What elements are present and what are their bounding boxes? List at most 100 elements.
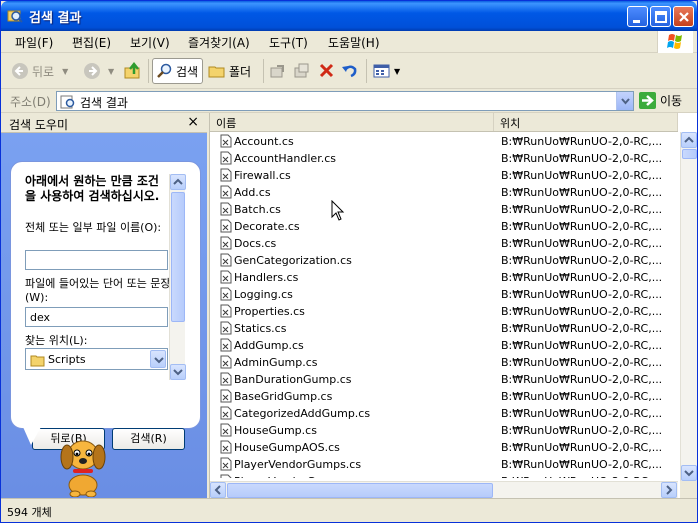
lookin-dropdown-button[interactable] [150, 350, 166, 368]
back-dropdown-icon[interactable]: ▼ [62, 67, 68, 76]
list-item[interactable]: Firewall.cs B:₩RunUo₩RunUO-2,0-RC,... [210, 167, 678, 184]
folder-icon [30, 355, 45, 367]
search-label: 검색 [176, 64, 199, 79]
windows-logo [657, 31, 693, 53]
address-input[interactable]: 검색 결과 [56, 91, 634, 111]
lookin-label: 찾는 위치(L): [25, 334, 88, 347]
file-name: Firewall.cs [234, 169, 291, 182]
list-item[interactable]: Logging.cs B:₩RunUo₩RunUO-2,0-RC,... [210, 286, 678, 303]
file-location: B:₩RunUo₩RunUO-2,0-RC,... [501, 135, 663, 148]
cs-file-icon [220, 168, 232, 182]
list-item[interactable]: CategorizedAddGump.cs B:₩RunUo₩RunUO-2,0-… [210, 405, 678, 422]
vertical-scroll-thumb[interactable] [682, 149, 697, 159]
vertical-scrollbar[interactable] [680, 132, 697, 481]
file-location: B:₩RunUo₩RunUO-2,0-RC,... [501, 339, 663, 352]
list-item[interactable]: Account.cs B:₩RunUo₩RunUO-2,0-RC,... [210, 133, 678, 150]
file-name: GenCategorization.cs [234, 254, 352, 267]
list-item[interactable]: AddGump.cs B:₩RunUo₩RunUO-2,0-RC,... [210, 337, 678, 354]
list-item[interactable]: AccountHandler.cs B:₩RunUo₩RunUO-2,0-RC,.… [210, 150, 678, 167]
lookin-select[interactable]: Scripts [25, 348, 168, 370]
search-dog-icon[interactable] [53, 433, 113, 497]
file-name: AccountHandler.cs [234, 152, 336, 165]
lookin-value: Scripts [48, 353, 86, 366]
filename-input[interactable] [25, 250, 168, 270]
file-name: Decorate.cs [234, 220, 300, 233]
file-location: B:₩RunUo₩RunUO-2,0-RC,... [501, 186, 663, 199]
scroll-thumb[interactable] [171, 192, 185, 322]
views-button[interactable]: ▼ [373, 58, 400, 84]
bubble-scrollbar[interactable] [169, 174, 186, 380]
undo-button[interactable] [341, 58, 362, 84]
scroll-down-button[interactable] [681, 465, 697, 481]
list-item[interactable]: HouseGump.cs B:₩RunUo₩RunUO-2,0-RC,... [210, 422, 678, 439]
phrase-input[interactable]: dex [25, 307, 168, 327]
move-to-icon [270, 65, 284, 78]
menu-tools[interactable]: 도구(T) [269, 34, 308, 51]
up-folder-icon [124, 61, 140, 79]
list-item[interactable]: PlayerVendorGumps.cs B:₩RunUo₩RunUO-2,0-R… [210, 456, 678, 473]
copy-to-button[interactable] [293, 58, 314, 84]
file-name: Handlers.cs [234, 271, 299, 284]
list-item[interactable]: Add.cs B:₩RunUo₩RunUO-2,0-RC,... [210, 184, 678, 201]
list-item[interactable]: Decorate.cs B:₩RunUo₩RunUO-2,0-RC,... [210, 218, 678, 235]
cs-file-icon [220, 202, 232, 216]
minimize-button[interactable] [627, 6, 648, 27]
scroll-up-button[interactable] [170, 174, 186, 190]
horizontal-scrollbar[interactable] [210, 481, 678, 498]
forward-button[interactable]: ▼ [83, 58, 114, 84]
list-item[interactable]: Docs.cs B:₩RunUo₩RunUO-2,0-RC,... [210, 235, 678, 252]
column-header-location[interactable]: 위치 [494, 113, 678, 131]
pane-search-button[interactable]: 검색(R) [112, 428, 185, 450]
results-list[interactable]: 이름 위치 Account.cs B:₩RunUo₩RunUO-2,0-RC,..… [209, 113, 697, 498]
file-name: AdminGump.cs [234, 356, 318, 369]
file-name: Logging.cs [234, 288, 293, 301]
list-item[interactable]: GenCategorization.cs B:₩RunUo₩RunUO-2,0-R… [210, 252, 678, 269]
menu-favorites[interactable]: 즐겨찾기(A) [188, 34, 250, 51]
title-bar[interactable]: 검색 결과 [1, 1, 697, 31]
list-item[interactable]: BaseGridGump.cs B:₩RunUo₩RunUO-2,0-RC,... [210, 388, 678, 405]
list-item[interactable]: Statics.cs B:₩RunUo₩RunUO-2,0-RC,... [210, 320, 678, 337]
move-to-button[interactable] [269, 58, 290, 84]
pane-close-button[interactable]: × [187, 114, 199, 130]
chevron-down-icon [621, 98, 630, 105]
menu-view[interactable]: 보기(V) [130, 34, 170, 51]
go-arrow-icon [639, 92, 656, 109]
column-header-name[interactable]: 이름 [210, 113, 494, 131]
folders-button[interactable]: 폴더 [208, 58, 251, 84]
menu-edit[interactable]: 편집(E) [72, 34, 111, 51]
back-button[interactable]: 뒤로 ▼ [11, 58, 68, 84]
pane-body: 아래에서 원하는 만큼 조건을 사용하여 검색하십시오. 전체 또는 일부 파일… [1, 133, 207, 498]
list-item[interactable]: BanDurationGump.cs B:₩RunUo₩RunUO-2,0-RC,… [210, 371, 678, 388]
delete-button[interactable] [318, 58, 339, 84]
maximize-button[interactable] [650, 6, 671, 27]
file-location: B:₩RunUo₩RunUO-2,0-RC,... [501, 254, 663, 267]
close-button[interactable] [673, 6, 694, 27]
list-item[interactable]: Batch.cs B:₩RunUo₩RunUO-2,0-RC,... [210, 201, 678, 218]
file-location: B:₩RunUo₩RunUO-2,0-RC,... [501, 356, 663, 369]
up-folder-button[interactable] [123, 58, 146, 84]
list-item[interactable]: AdminGump.cs B:₩RunUo₩RunUO-2,0-RC,... [210, 354, 678, 371]
scroll-left-button[interactable] [210, 482, 226, 498]
cs-file-icon [220, 151, 232, 165]
object-count: 594 개체 [7, 506, 52, 519]
cs-file-icon [220, 253, 232, 267]
scroll-right-button[interactable] [661, 482, 677, 498]
address-label: 주소(D) [10, 95, 51, 109]
address-dropdown-button[interactable] [616, 92, 633, 110]
scroll-down-button[interactable] [170, 364, 186, 380]
forward-dropdown-icon[interactable]: ▼ [108, 67, 114, 76]
menu-file[interactable]: 파일(F) [15, 34, 53, 51]
chevron-down-icon [173, 369, 183, 376]
go-button[interactable]: 이동 [639, 92, 682, 109]
minimize-icon [633, 20, 640, 23]
list-item[interactable]: Properties.cs B:₩RunUo₩RunUO-2,0-RC,... [210, 303, 678, 320]
list-item[interactable]: PlayerVendorGumps.cs B:₩RunUo₩RunUO-2,0-R… [210, 473, 678, 478]
search-button[interactable]: 검색 [152, 58, 204, 84]
scroll-up-button[interactable] [681, 132, 697, 148]
list-item[interactable]: Handlers.cs B:₩RunUo₩RunUO-2,0-RC,... [210, 269, 678, 286]
cs-file-icon [220, 219, 232, 233]
list-item[interactable]: HouseGumpAOS.cs B:₩RunUo₩RunUO-2,0-RC,... [210, 439, 678, 456]
menu-help[interactable]: 도움말(H) [328, 34, 380, 51]
horizontal-scroll-thumb[interactable] [227, 483, 493, 498]
search-prompt: 아래에서 원하는 만큼 조건을 사용하여 검색하십시오. [25, 174, 160, 203]
